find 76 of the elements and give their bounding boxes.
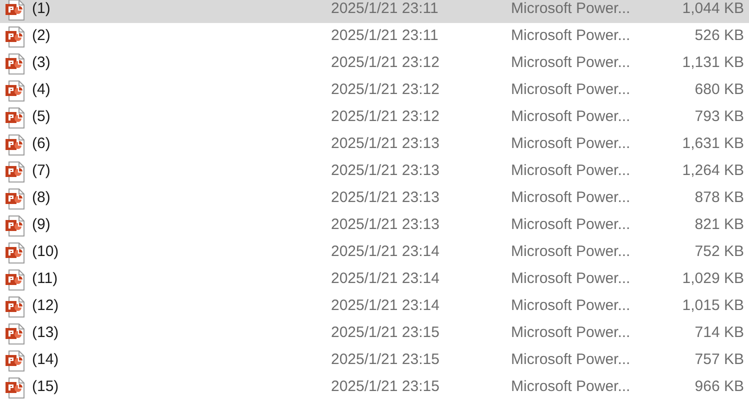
modified-date: 2025/1/21 23:11: [331, 0, 440, 20]
file-type: Microsoft Power...: [511, 215, 632, 236]
file-name: (2): [32, 26, 52, 46]
presentation-file-icon: [5, 350, 25, 372]
modified-date: 2025/1/21 23:14: [331, 269, 440, 290]
presentation-file-icon: [5, 160, 25, 182]
file-type: Microsoft Power...: [511, 0, 632, 20]
modified-date: 2025/1/21 23:11: [331, 26, 440, 46]
file-name: (6): [32, 134, 52, 154]
file-size: 1,015 KB: [681, 296, 744, 316]
file-size: 757 KB: [694, 350, 744, 370]
presentation-file-icon: [5, 52, 25, 74]
file-type: Microsoft Power...: [511, 188, 632, 208]
file-type: Microsoft Power...: [511, 26, 632, 46]
presentation-file-icon: [5, 268, 25, 290]
presentation-file-icon: [5, 106, 25, 128]
file-size: 1,044 KB: [681, 0, 744, 20]
modified-date: 2025/1/21 23:14: [331, 242, 440, 262]
file-name: (5): [32, 107, 52, 128]
file-name: (14): [32, 350, 60, 370]
file-type: Microsoft Power...: [511, 323, 632, 344]
file-name: (1): [32, 0, 52, 20]
presentation-file-icon: [5, 134, 25, 156]
file-size: 680 KB: [694, 80, 744, 100]
file-type: Microsoft Power...: [511, 242, 632, 262]
presentation-file-icon: [5, 214, 25, 236]
file-size: 878 KB: [694, 188, 744, 208]
modified-date: 2025/1/21 23:15: [331, 350, 440, 370]
file-row[interactable]: (1) 2025/1/21 23:11 Microsoft Power... 1,044 KB: [0, 0, 749, 23]
file-name: (10): [32, 242, 60, 262]
file-size: 526 KB: [694, 26, 744, 46]
file-type: Microsoft Power...: [511, 53, 632, 74]
file-name: (11): [32, 269, 59, 290]
file-type: Microsoft Power...: [511, 134, 632, 154]
file-size: 1,631 KB: [681, 134, 744, 154]
file-type: Microsoft Power...: [511, 296, 632, 316]
presentation-file-icon: [5, 26, 25, 48]
modified-date: 2025/1/21 23:14: [331, 296, 440, 316]
modified-date: 2025/1/21 23:15: [331, 377, 440, 398]
file-size: 821 KB: [694, 215, 744, 236]
file-name: (4): [32, 80, 52, 100]
file-name: (8): [32, 188, 52, 208]
file-type: Microsoft Power...: [511, 269, 632, 290]
presentation-file-icon: [5, 0, 25, 20]
file-size: 966 KB: [694, 377, 744, 398]
file-name: (9): [32, 215, 52, 236]
file-size: 714 KB: [694, 323, 744, 344]
file-type: Microsoft Power...: [511, 161, 632, 182]
modified-date: 2025/1/21 23:12: [331, 107, 440, 128]
modified-date: 2025/1/21 23:12: [331, 53, 440, 74]
modified-date: 2025/1/21 23:13: [331, 215, 440, 236]
file-type: Microsoft Power...: [511, 377, 632, 398]
file-size: 1,131 KB: [681, 53, 744, 74]
modified-date: 2025/1/21 23:13: [331, 161, 440, 182]
presentation-file-icon: [5, 242, 25, 264]
file-name: (7): [32, 161, 52, 182]
file-size: 1,029 KB: [681, 269, 744, 290]
file-name: (3): [32, 53, 52, 74]
presentation-file-icon: [5, 376, 25, 398]
presentation-file-icon: [5, 296, 25, 318]
presentation-file-icon: [5, 188, 25, 210]
modified-date: 2025/1/21 23:12: [331, 80, 440, 100]
modified-date: 2025/1/21 23:15: [331, 323, 440, 344]
modified-date: 2025/1/21 23:13: [331, 188, 440, 208]
file-name: (13): [32, 323, 60, 344]
presentation-file-icon: [5, 80, 25, 102]
file-size: 793 KB: [694, 107, 744, 128]
file-size: 1,264 KB: [681, 161, 744, 182]
file-type: Microsoft Power...: [511, 107, 632, 128]
modified-date: 2025/1/21 23:13: [331, 134, 440, 154]
file-type: Microsoft Power...: [511, 350, 632, 370]
file-name: (12): [32, 296, 60, 316]
file-size: 752 KB: [694, 242, 744, 262]
presentation-file-icon: [5, 322, 25, 344]
file-name: (15): [32, 377, 60, 398]
file-type: Microsoft Power...: [511, 80, 632, 100]
